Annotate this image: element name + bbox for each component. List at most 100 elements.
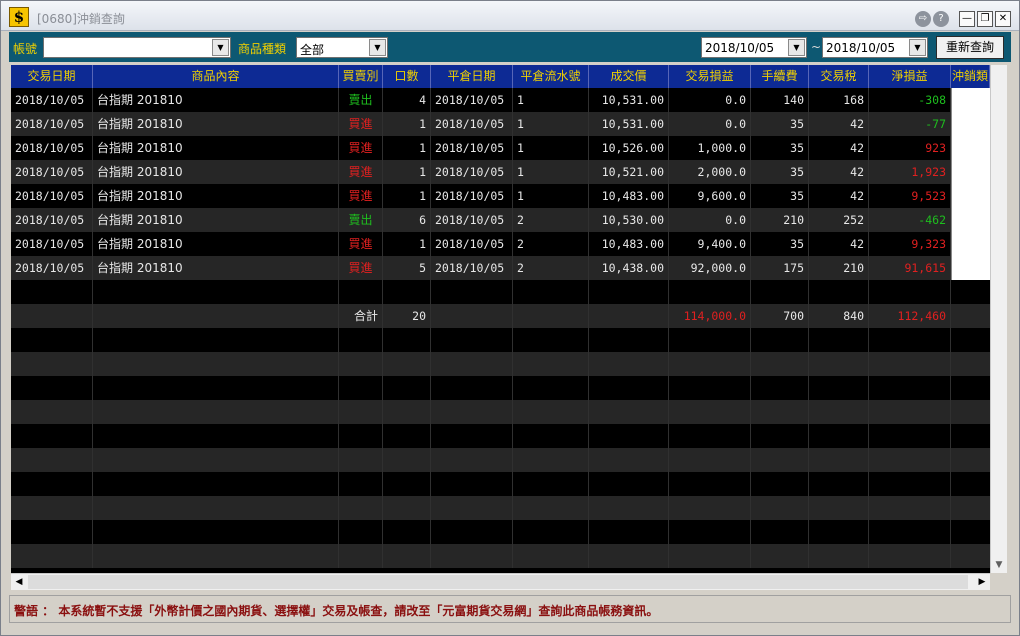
cell-empty [513,328,589,352]
chevron-down-icon[interactable]: ▼ [909,39,926,56]
cell-close-seq: 2 [513,256,589,280]
cell-empty [93,376,339,400]
horizontal-scrollbar[interactable]: ◀ ▶ [11,573,990,590]
total-net-pnl: 112,460 [869,304,951,328]
table-row[interactable] [11,544,1007,568]
cell-fee: 35 [751,232,809,256]
close-button[interactable]: ✕ [995,11,1011,27]
table-row[interactable] [11,280,1007,304]
cell-side: 買進 [339,256,383,280]
cell-side: 買進 [339,112,383,136]
column-header-settle-type[interactable]: 沖銷類 [951,65,990,88]
column-header-lots[interactable]: 口數 [383,65,431,88]
column-header-product[interactable]: 商品內容 [93,65,339,88]
cell-empty [869,496,951,520]
table-row[interactable]: 2018/10/05 台指期 201810 賣出 4 2018/10/05 1 10,531… [11,88,1007,112]
cell-fill-price: 10,531.00 [589,88,669,112]
table-row[interactable]: 2018/10/05 台指期 201810 買進 1 2018/10/05 2 10,483… [11,232,1007,256]
cell-lots: 1 [383,232,431,256]
column-header-trade-pnl[interactable]: 交易損益 [669,65,751,88]
table-row[interactable] [11,400,1007,424]
product-type-label: 商品種類 [238,42,287,56]
cell-empty [431,448,513,472]
cell-fee: 35 [751,184,809,208]
cell-empty [513,448,589,472]
column-header-close-seq[interactable]: 平倉流水號 [513,65,589,88]
cell-fill-price: 10,483.00 [589,232,669,256]
warning-message: 警語 ： 本系統暫不支援「外幣計價之國內期貨、選擇權」交易及帳查，請改至「元富期… [14,604,659,618]
cell-empty [383,400,431,424]
cell-empty [751,352,809,376]
requery-button[interactable]: 重新查詢 [936,36,1004,59]
table-row[interactable] [11,424,1007,448]
cell-empty [513,496,589,520]
help-icon[interactable]: ? [933,11,949,27]
account-select[interactable]: ▼ [43,37,231,58]
cell-product: 台指期 201810 [93,256,339,280]
table-row[interactable]: 2018/10/05 台指期 201810 買進 5 2018/10/05 2 10,438… [11,256,1007,280]
cell-empty [431,400,513,424]
cell-empty [589,496,669,520]
cell-empty [669,472,751,496]
cell-empty [383,496,431,520]
column-header-net-pnl[interactable]: 淨損益 [869,65,951,88]
cell-empty [339,448,383,472]
column-header-trade-date[interactable]: 交易日期 [11,65,93,88]
column-header-fee[interactable]: 手續費 [751,65,809,88]
cell-fill-price: 10,521.00 [589,160,669,184]
scroll-down-icon[interactable]: ▼ [991,557,1007,573]
cell-trade-pnl: 0.0 [669,112,751,136]
table-row[interactable]: 2018/10/05 台指期 201810 賣出 6 2018/10/05 2 10,530… [11,208,1007,232]
column-header-side[interactable]: 買賣別 [339,65,383,88]
cell-empty [513,544,589,568]
column-header-fill-price[interactable]: 成交價 [589,65,669,88]
cell-empty [809,448,869,472]
table-row[interactable]: 2018/10/05 台指期 201810 買進 1 2018/10/05 1 10,531… [11,112,1007,136]
table-row[interactable] [11,448,1007,472]
cell-fee: 35 [751,160,809,184]
scroll-left-icon[interactable]: ◀ [11,574,27,590]
minimize-button[interactable]: — [959,11,975,27]
restore-button[interactable]: ❐ [977,11,993,27]
product-type-select[interactable]: 全部 ▼ [296,37,388,58]
table-row[interactable] [11,352,1007,376]
cell-fee: 35 [751,136,809,160]
cell-empty [11,520,93,544]
export-icon[interactable]: ⇨ [915,11,931,27]
column-header-close-date[interactable]: 平倉日期 [431,65,513,88]
table-row[interactable]: 2018/10/05 台指期 201810 買進 1 2018/10/05 1 10,483… [11,184,1007,208]
table-row[interactable]: 2018/10/05 台指期 201810 買進 1 2018/10/05 1 10,521… [11,160,1007,184]
table-row[interactable] [11,472,1007,496]
vertical-scrollbar[interactable]: ▼ [990,65,1007,573]
table-row[interactable]: 合計 20 114,000.0 700 840 112,460 [11,304,1007,328]
cell-empty [513,424,589,448]
table-row[interactable] [11,376,1007,400]
chevron-down-icon[interactable]: ▼ [369,39,386,56]
cell-empty [869,520,951,544]
cell-fill-price: 10,438.00 [589,256,669,280]
column-header-tax[interactable]: 交易稅 [809,65,869,88]
cell-empty [93,496,339,520]
table-row[interactable]: 2018/10/05 台指期 201810 買進 1 2018/10/05 1 10,526… [11,136,1007,160]
table-row[interactable] [11,328,1007,352]
cell-close-date: 2018/10/05 [431,256,513,280]
cell-trade-pnl: 0.0 [669,208,751,232]
cell-close-date: 2018/10/05 [431,160,513,184]
scroll-right-icon[interactable]: ▶ [974,574,990,590]
cell-empty [431,328,513,352]
cell-empty [809,352,869,376]
date-to-picker[interactable]: 2018/10/05 ▼ [822,37,928,58]
dollar-icon: $ [9,7,29,27]
cell-empty [589,328,669,352]
cell-side: 賣出 [339,208,383,232]
chevron-down-icon[interactable]: ▼ [212,39,229,56]
cell-trade-date: 2018/10/05 [11,112,93,136]
table-row[interactable] [11,520,1007,544]
cell-empty [751,424,809,448]
cell-empty [589,280,669,304]
cell-trade-date: 2018/10/05 [11,136,93,160]
chevron-down-icon[interactable]: ▼ [788,39,805,56]
scroll-thumb[interactable] [28,575,968,589]
table-row[interactable] [11,496,1007,520]
date-from-picker[interactable]: 2018/10/05 ▼ [701,37,807,58]
